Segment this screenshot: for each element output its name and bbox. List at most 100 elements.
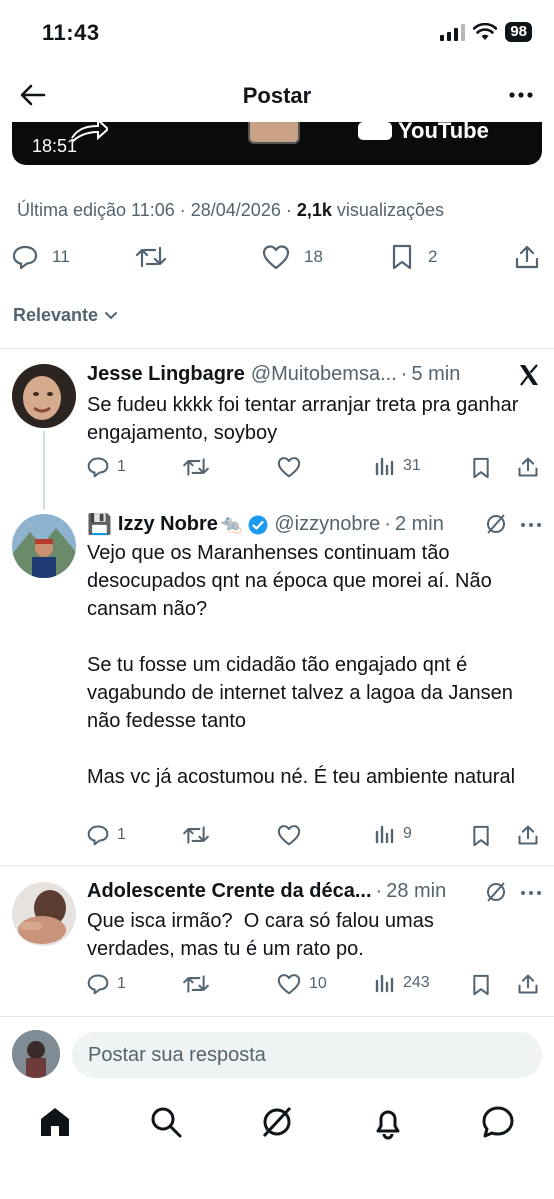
search-icon[interactable] [148, 1104, 184, 1140]
views-icon [375, 457, 394, 476]
retweet-icon [183, 975, 209, 993]
view-count: 9 [403, 825, 412, 842]
reply-icon [12, 245, 38, 270]
like-button[interactable]: 10 [277, 973, 327, 995]
share-icon[interactable] [517, 824, 539, 846]
reply-time: 2 min [394, 513, 444, 535]
like-button[interactable] [277, 824, 301, 846]
author-handle[interactable]: @izzynobre [274, 513, 380, 536]
views-button[interactable]: 31 [375, 456, 421, 476]
view-count: 243 [403, 974, 430, 991]
verified-icon [248, 515, 268, 534]
grok-icon[interactable] [485, 881, 507, 903]
reply-input[interactable] [72, 1032, 542, 1078]
views-count: 2,1k [296, 200, 332, 220]
wifi-icon [473, 23, 498, 40]
reply-icon [87, 457, 109, 478]
bookmark-icon[interactable] [471, 825, 491, 847]
bookmark-icon[interactable] [471, 457, 491, 479]
chevron-down-icon [105, 311, 118, 319]
battery-indicator: 98 [505, 22, 532, 42]
views-button[interactable]: 243 [375, 973, 430, 993]
grok-icon[interactable] [259, 1104, 295, 1140]
home-icon[interactable] [37, 1104, 73, 1140]
reply-button[interactable]: 1 [87, 824, 126, 846]
reply-item[interactable]: Adolescente Crente da déca... · 28 min Q… [0, 866, 554, 1016]
views-button[interactable]: 9 [375, 824, 412, 844]
avatar[interactable] [12, 1030, 60, 1078]
heart-icon [277, 974, 301, 995]
embedded-video[interactable]: 18:51 YouTube [12, 122, 542, 165]
heart-icon [277, 457, 301, 478]
sort-label: Relevante [13, 305, 99, 325]
reply-icon [87, 825, 109, 846]
x-logo-icon[interactable] [517, 363, 541, 387]
retweet-button[interactable] [136, 244, 166, 270]
floppy-icon: 💾 [87, 514, 112, 536]
reply-button[interactable]: 1 [87, 456, 126, 478]
reply-actions: 1 10 243 [87, 973, 543, 999]
post-actions: 11 18 2 [0, 240, 554, 280]
page-title: Postar [242, 83, 312, 108]
avatar[interactable] [12, 514, 76, 578]
author-name[interactable]: Adolescente Crente da déca... [87, 880, 372, 903]
reply-time: 28 min [386, 880, 447, 902]
reply-icon [87, 974, 109, 995]
notifications-icon[interactable] [370, 1104, 406, 1140]
bookmark-count: 2 [428, 247, 438, 266]
reply-actions: 1 31 [87, 456, 543, 482]
author-name[interactable]: Izzy Nobre [118, 513, 218, 536]
like-button[interactable] [277, 456, 301, 478]
share-icon[interactable] [517, 456, 539, 478]
retweet-button[interactable] [183, 824, 209, 846]
signal-icon [440, 23, 466, 41]
nav-bar: Postar [0, 64, 554, 124]
bookmark-icon [392, 244, 412, 270]
reply-count: 11 [52, 247, 70, 266]
more-icon[interactable] [506, 80, 536, 110]
retweet-icon [183, 458, 209, 476]
more-icon[interactable] [520, 890, 542, 896]
sort-dropdown[interactable]: Relevante [13, 305, 118, 326]
retweet-button[interactable] [183, 456, 209, 478]
reply-text: Vejo que os Maranhenses continuam tão de… [87, 542, 516, 788]
share-button[interactable] [514, 244, 540, 270]
like-count: 10 [309, 975, 327, 992]
bottom-tab-bar [0, 1096, 554, 1156]
share-icon[interactable] [517, 973, 539, 995]
avatar[interactable] [12, 364, 76, 428]
video-timestamp: 18:51 [32, 136, 78, 156]
reply-header: 💾 Izzy Nobre 🐀 @izzynobre · 2 min [87, 513, 444, 536]
messages-icon[interactable] [480, 1104, 516, 1140]
reply-item[interactable]: 💾 Izzy Nobre 🐀 @izzynobre · 2 min Vejo q… [0, 494, 554, 864]
bookmark-icon[interactable] [471, 974, 491, 996]
bookmark-button[interactable]: 2 [390, 244, 437, 270]
views-label: visualizações [336, 200, 444, 220]
reply-button[interactable]: 1 [87, 973, 126, 995]
more-icon[interactable] [520, 522, 542, 528]
video-thumbnail [248, 122, 300, 144]
avatar[interactable] [12, 882, 76, 946]
reply-header: Adolescente Crente da déca... · 28 min [87, 880, 447, 903]
status-time: 11:43 [42, 20, 100, 45]
reply-item[interactable]: Jesse Lingbagre @Muitobemsa... · 5 min S… [0, 349, 554, 509]
reply-button[interactable]: 11 [12, 244, 70, 270]
reply-header: Jesse Lingbagre @Muitobemsa... · 5 min [87, 363, 461, 386]
reply-time: 5 min [411, 363, 461, 385]
heart-icon [277, 825, 301, 846]
views-icon [375, 825, 394, 844]
reply-count: 1 [117, 975, 126, 992]
status-icons: 98 [440, 22, 532, 42]
reply-count: 1 [117, 458, 126, 475]
author-name[interactable]: Jesse Lingbagre [87, 363, 245, 386]
retweet-icon [183, 826, 209, 844]
retweet-button[interactable] [183, 973, 209, 995]
heart-icon [262, 245, 290, 270]
retweet-icon [136, 246, 166, 268]
reply-text: Se fudeu kkkk foi tentar arranjar treta … [87, 394, 524, 444]
rat-icon: 🐀 [219, 514, 243, 534]
author-handle[interactable]: @Muitobemsa... [251, 363, 397, 386]
grok-icon[interactable] [485, 513, 507, 535]
like-button[interactable]: 18 [262, 244, 323, 270]
reply-text: Que isca irmão? O cara só falou umas ver… [87, 910, 440, 960]
